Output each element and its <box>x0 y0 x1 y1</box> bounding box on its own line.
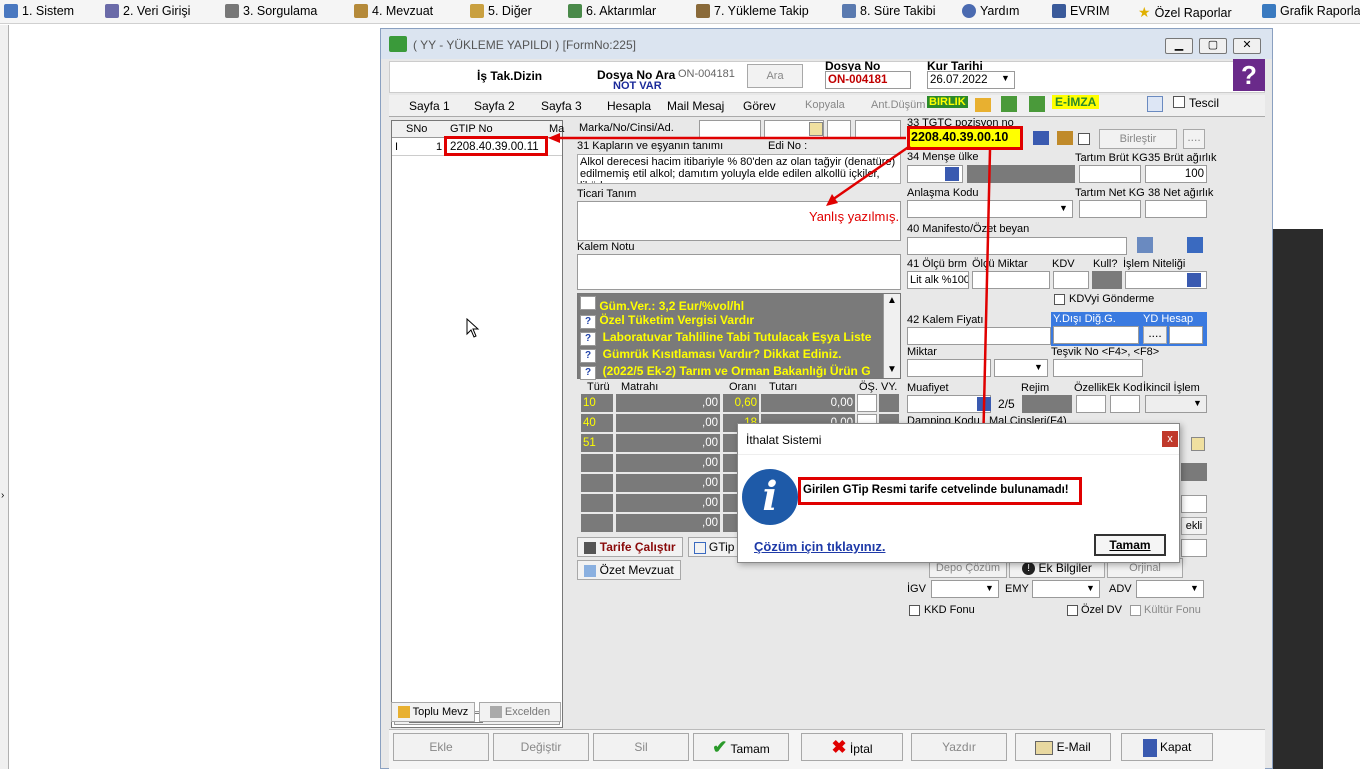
arrow-head-icon <box>548 133 560 143</box>
dialog-ok-button[interactable]: Tamam <box>1094 534 1166 556</box>
arrow-to-annotation <box>831 144 911 202</box>
dialog-message: Girilen GTip Resmi tarife cetvelinde bul… <box>803 484 1069 496</box>
arrow-to-dialog <box>981 149 992 451</box>
dialog-title: İthalat Sistemi <box>746 433 822 447</box>
info-icon: i <box>742 469 798 525</box>
dialog-close-button[interactable]: x <box>1162 431 1178 447</box>
mouse-cursor-icon <box>466 318 480 338</box>
error-dialog: İthalat Sistemi x i Girilen GTip Resmi t… <box>737 423 1180 563</box>
solution-link[interactable]: Çözüm için tıklayınız. <box>754 539 885 554</box>
annotation-arrows <box>548 133 992 460</box>
